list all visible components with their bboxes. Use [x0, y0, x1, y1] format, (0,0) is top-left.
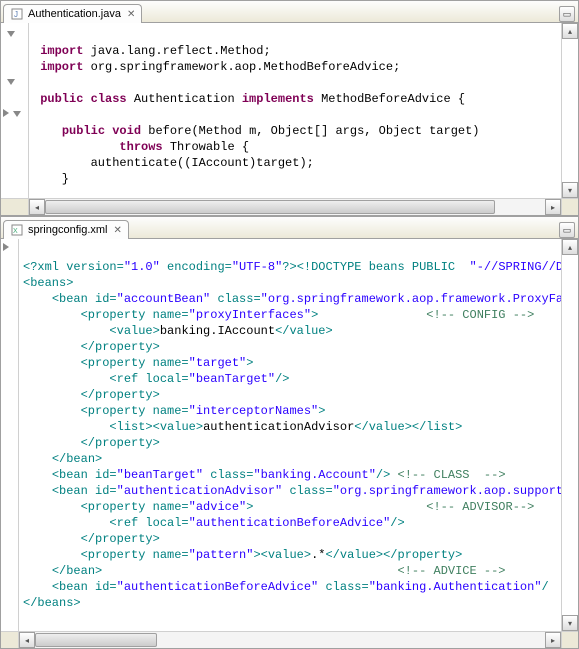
- scroll-down-icon[interactable]: ▾: [562, 182, 578, 198]
- editor-area-java: import java.lang.reflect.Method; import …: [1, 23, 578, 198]
- scroll-right-icon[interactable]: ▸: [545, 199, 561, 215]
- hscroll-track[interactable]: [35, 632, 545, 648]
- editor-area-xml: <?xml version="1.0" encoding="UTF-8"?><!…: [1, 239, 578, 631]
- tab-springconfig-xml[interactable]: X springconfig.xml ✕: [3, 220, 129, 239]
- xml-file-icon: X: [10, 223, 24, 237]
- maximize-button[interactable]: ▭: [559, 222, 575, 238]
- gutter-xml[interactable]: [1, 239, 19, 631]
- scroll-right-icon[interactable]: ▸: [545, 632, 561, 648]
- code-editor-java[interactable]: import java.lang.reflect.Method; import …: [29, 23, 561, 198]
- scroll-down-icon[interactable]: ▾: [562, 615, 578, 631]
- hscroll-track[interactable]: [45, 199, 545, 215]
- svg-text:J: J: [14, 10, 18, 19]
- tab-bar-bot: X springconfig.xml ✕ ▭: [1, 217, 578, 239]
- scroll-left-icon[interactable]: ◂: [19, 632, 35, 648]
- scroll-left-icon[interactable]: ◂: [29, 199, 45, 215]
- svg-text:X: X: [13, 228, 18, 235]
- hscrollbar-xml[interactable]: ◂ ▸: [1, 631, 578, 648]
- scroll-up-icon[interactable]: ▴: [562, 23, 578, 39]
- scroll-up-icon[interactable]: ▴: [562, 239, 578, 255]
- editor-pane-java: J Authentication.java ✕ ▭ import java.la…: [0, 0, 579, 215]
- java-file-icon: J: [10, 7, 24, 21]
- tab-authentication-java[interactable]: J Authentication.java ✕: [3, 4, 142, 23]
- vscrollbar-java[interactable]: ▴ ▾: [561, 23, 578, 198]
- gutter-java[interactable]: [1, 23, 29, 198]
- code-editor-xml[interactable]: <?xml version="1.0" encoding="UTF-8"?><!…: [19, 239, 561, 631]
- close-icon[interactable]: ✕: [113, 225, 121, 236]
- tab-label: springconfig.xml: [28, 224, 107, 236]
- vscrollbar-xml[interactable]: ▴ ▾: [561, 239, 578, 631]
- tab-bar-top: J Authentication.java ✕ ▭: [1, 1, 578, 23]
- maximize-button[interactable]: ▭: [559, 6, 575, 22]
- hscrollbar-java[interactable]: ◂ ▸: [1, 198, 578, 215]
- tab-label: Authentication.java: [28, 8, 121, 20]
- close-icon[interactable]: ✕: [127, 9, 135, 20]
